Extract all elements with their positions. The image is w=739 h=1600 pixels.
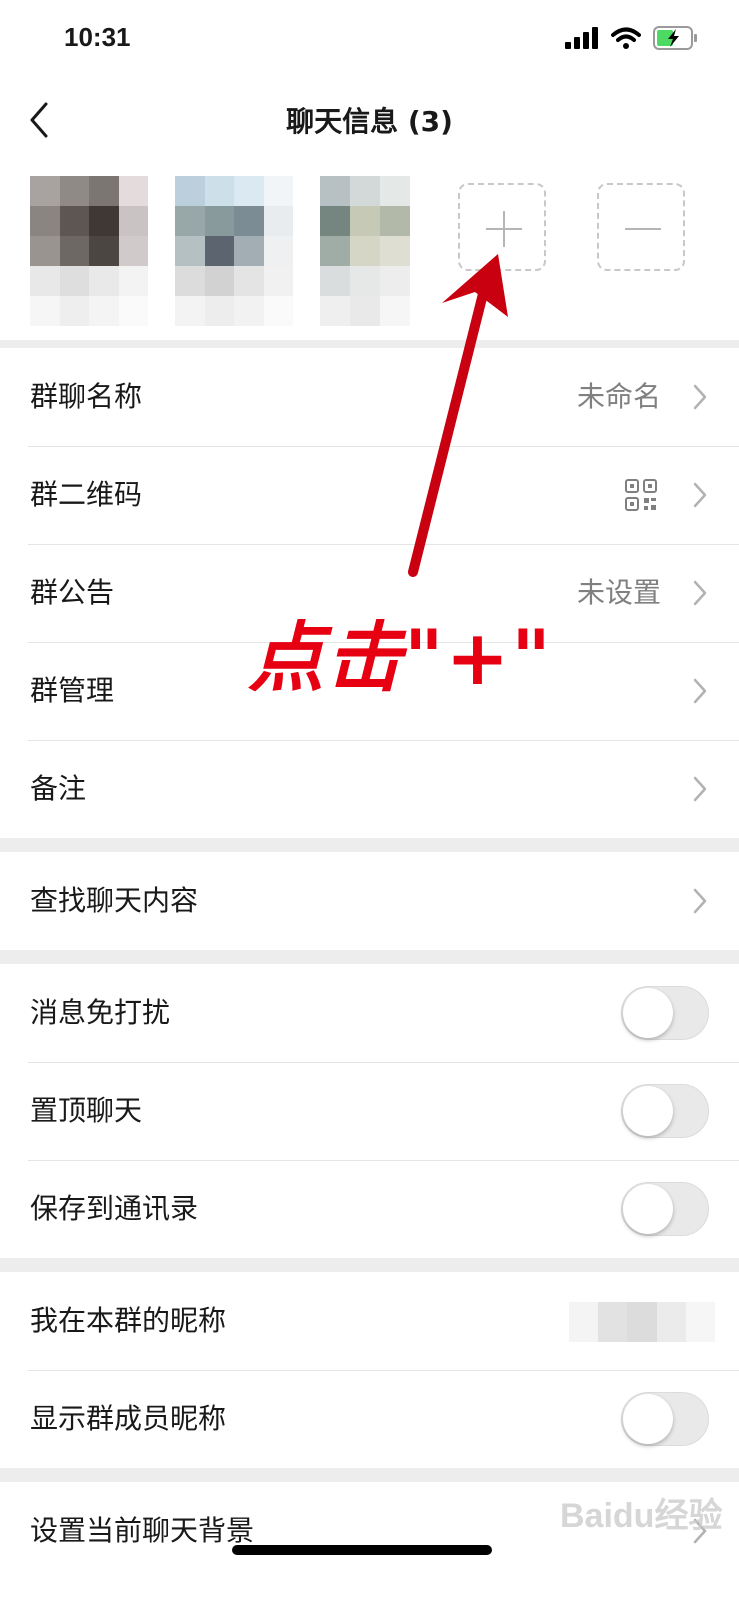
annotation-arrow [408,254,508,577]
baidu-watermark: Baidu经验 [560,1497,723,1535]
annotation-text: 点击"+" [248,613,553,702]
home-indicator[interactable] [232,1545,492,1555]
